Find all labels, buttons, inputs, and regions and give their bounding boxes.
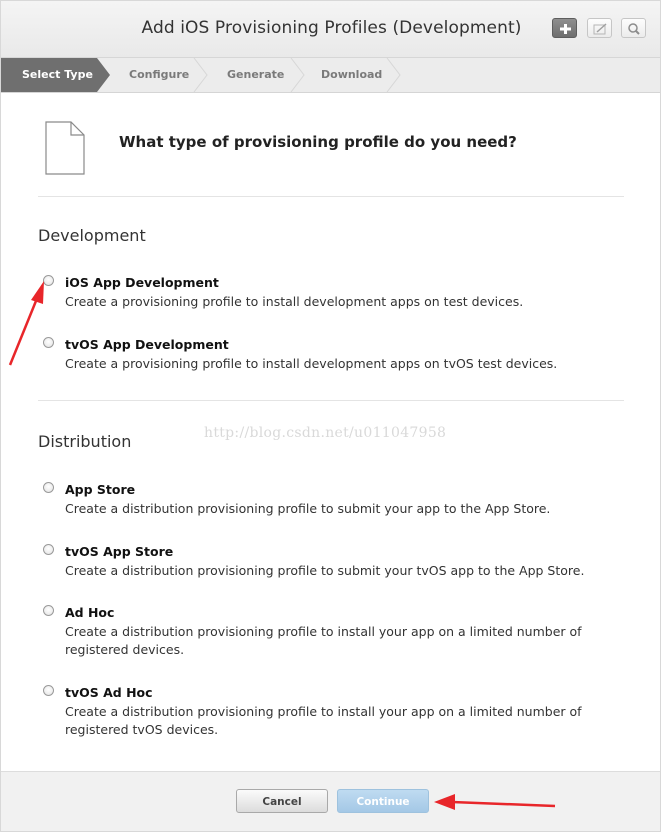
option-description: Create a distribution provisioning profi…: [65, 624, 582, 657]
option-title[interactable]: tvOS App Store: [65, 544, 173, 559]
option-description: Create a provisioning profile to install…: [65, 294, 524, 309]
document-icon: [45, 121, 85, 175]
step-indicator: Select Type Configure Generate Download: [1, 58, 660, 93]
cancel-button[interactable]: Cancel: [236, 789, 328, 813]
radio-ios-app-development[interactable]: [43, 275, 54, 286]
option-title[interactable]: Ad Hoc: [65, 605, 114, 620]
edit-icon: [593, 23, 607, 35]
radio-ad-hoc[interactable]: [43, 605, 54, 616]
option-description: Create a distribution provisioning profi…: [65, 704, 582, 737]
option-title[interactable]: iOS App Development: [65, 275, 219, 290]
divider: [38, 196, 624, 197]
watermark: http://blog.csdn.net/u011047958: [204, 425, 447, 441]
plus-icon: [560, 24, 571, 34]
radio-tvos-app-store[interactable]: [43, 544, 54, 555]
option-title[interactable]: App Store: [65, 482, 135, 497]
search-icon: [628, 23, 640, 35]
section-title-development: Development: [38, 226, 146, 245]
option-description: Create a provisioning profile to install…: [65, 356, 558, 371]
page-question: What type of provisioning profile do you…: [119, 133, 517, 151]
divider: [38, 400, 624, 401]
edit-button[interactable]: [587, 18, 612, 38]
continue-button[interactable]: Continue: [337, 789, 429, 813]
step-generate: Generate: [227, 68, 285, 81]
step-select-type: Select Type: [22, 68, 93, 81]
radio-tvos-app-development[interactable]: [43, 337, 54, 348]
option-title[interactable]: tvOS Ad Hoc: [65, 685, 153, 700]
footer-bar: [1, 771, 660, 831]
section-title-distribution: Distribution: [38, 432, 132, 451]
option-description: Create a distribution provisioning profi…: [65, 501, 551, 516]
title-bar: Add iOS Provisioning Profiles (Developme…: [1, 1, 660, 58]
option-title[interactable]: tvOS App Development: [65, 337, 229, 352]
step-configure: Configure: [129, 68, 190, 81]
step-download: Download: [321, 68, 383, 81]
option-description: Create a distribution provisioning profi…: [65, 563, 585, 578]
radio-app-store[interactable]: [43, 482, 54, 493]
search-button[interactable]: [621, 18, 646, 38]
radio-tvos-ad-hoc[interactable]: [43, 685, 54, 696]
add-button[interactable]: [552, 18, 577, 38]
